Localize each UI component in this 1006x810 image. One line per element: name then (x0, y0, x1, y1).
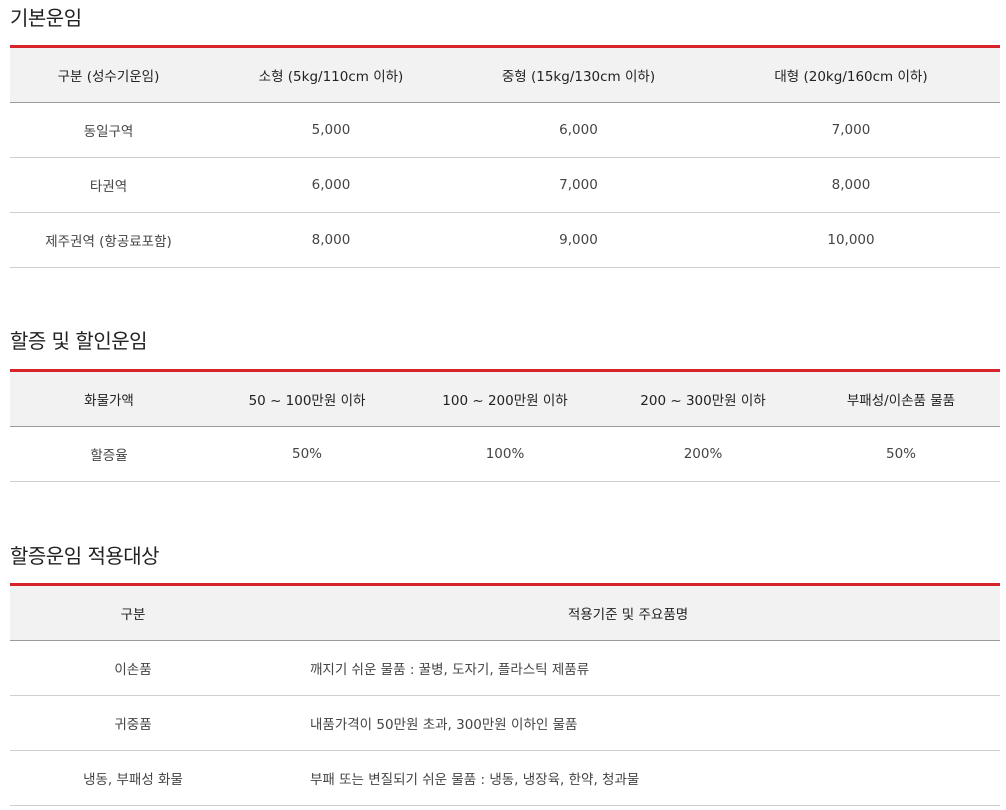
column-header-range-2: 100 ~ 200만원 이하 (406, 370, 604, 427)
table-cell: 200% (604, 426, 802, 482)
table-cell: 7,000 (455, 157, 702, 213)
table-row: 이손품 깨지기 쉬운 물품 : 꿀병, 도자기, 플라스틱 제품류 (10, 640, 1000, 696)
surcharge-rate-table: 화물가액 50 ~ 100만원 이하 100 ~ 200만원 이하 200 ~ … (10, 369, 1000, 482)
column-header-range-3: 200 ~ 300만원 이하 (604, 370, 802, 427)
table-cell: 부패 또는 변질되기 쉬운 물품 : 냉동, 냉장육, 한약, 청과물 (256, 750, 1000, 806)
surcharge-target-title: 할증운임 적용대상 (10, 544, 160, 568)
row-label: 제주권역 (항공료포함) (10, 212, 207, 268)
row-label: 타권역 (10, 157, 207, 213)
column-header-perishable: 부패성/이손품 물품 (802, 370, 1000, 427)
basic-fare-title: 기본운임 (10, 6, 82, 30)
table-cell: 100% (406, 426, 604, 482)
surcharge-discount-title: 할증 및 할인운임 (10, 329, 148, 353)
column-header-category: 구분 (성수기운임) (10, 46, 207, 103)
table-cell: 내품가격이 50만원 초과, 300만원 이하인 물품 (256, 695, 1000, 751)
table-cell: 5,000 (207, 102, 455, 158)
column-header-small: 소형 (5kg/110cm 이하) (207, 46, 455, 103)
table-cell: 8,000 (702, 157, 1000, 213)
row-label: 냉동, 부패성 화물 (10, 750, 256, 806)
table-cell: 6,000 (207, 157, 455, 213)
row-label: 귀중품 (10, 695, 256, 751)
table-cell: 깨지기 쉬운 물품 : 꿀병, 도자기, 플라스틱 제품류 (256, 640, 1000, 696)
column-header-criteria: 적용기준 및 주요품명 (256, 584, 1000, 641)
row-label: 할증율 (10, 426, 208, 482)
column-header-medium: 중형 (15kg/130cm 이하) (455, 46, 702, 103)
surcharge-target-table: 구분 적용기준 및 주요품명 이손품 깨지기 쉬운 물품 : 꿀병, 도자기, … (10, 583, 1000, 806)
table-cell: 8,000 (207, 212, 455, 268)
column-header-large: 대형 (20kg/160cm 이하) (702, 46, 1000, 103)
table-cell: 50% (208, 426, 406, 482)
table-row: 냉동, 부패성 화물 부패 또는 변질되기 쉬운 물품 : 냉동, 냉장육, 한… (10, 750, 1000, 806)
row-label: 동일구역 (10, 102, 207, 158)
table-header-row: 화물가액 50 ~ 100만원 이하 100 ~ 200만원 이하 200 ~ … (10, 370, 1000, 427)
column-header-range-1: 50 ~ 100만원 이하 (208, 370, 406, 427)
row-label: 이손품 (10, 640, 256, 696)
table-cell: 50% (802, 426, 1000, 482)
table-row: 제주권역 (항공료포함) 8,000 9,000 10,000 (10, 212, 1000, 268)
table-cell: 6,000 (455, 102, 702, 158)
table-row: 할증율 50% 100% 200% 50% (10, 426, 1000, 482)
column-header-cargo-value: 화물가액 (10, 370, 208, 427)
table-cell: 7,000 (702, 102, 1000, 158)
table-row: 타권역 6,000 7,000 8,000 (10, 157, 1000, 213)
column-header-category: 구분 (10, 584, 256, 641)
basic-fare-table: 구분 (성수기운임) 소형 (5kg/110cm 이하) 중형 (15kg/13… (10, 45, 1000, 268)
table-row: 귀중품 내품가격이 50만원 초과, 300만원 이하인 물품 (10, 695, 1000, 751)
table-cell: 10,000 (702, 212, 1000, 268)
table-cell: 9,000 (455, 212, 702, 268)
table-header-row: 구분 (성수기운임) 소형 (5kg/110cm 이하) 중형 (15kg/13… (10, 46, 1000, 103)
table-header-row: 구분 적용기준 및 주요품명 (10, 584, 1000, 641)
table-row: 동일구역 5,000 6,000 7,000 (10, 102, 1000, 158)
